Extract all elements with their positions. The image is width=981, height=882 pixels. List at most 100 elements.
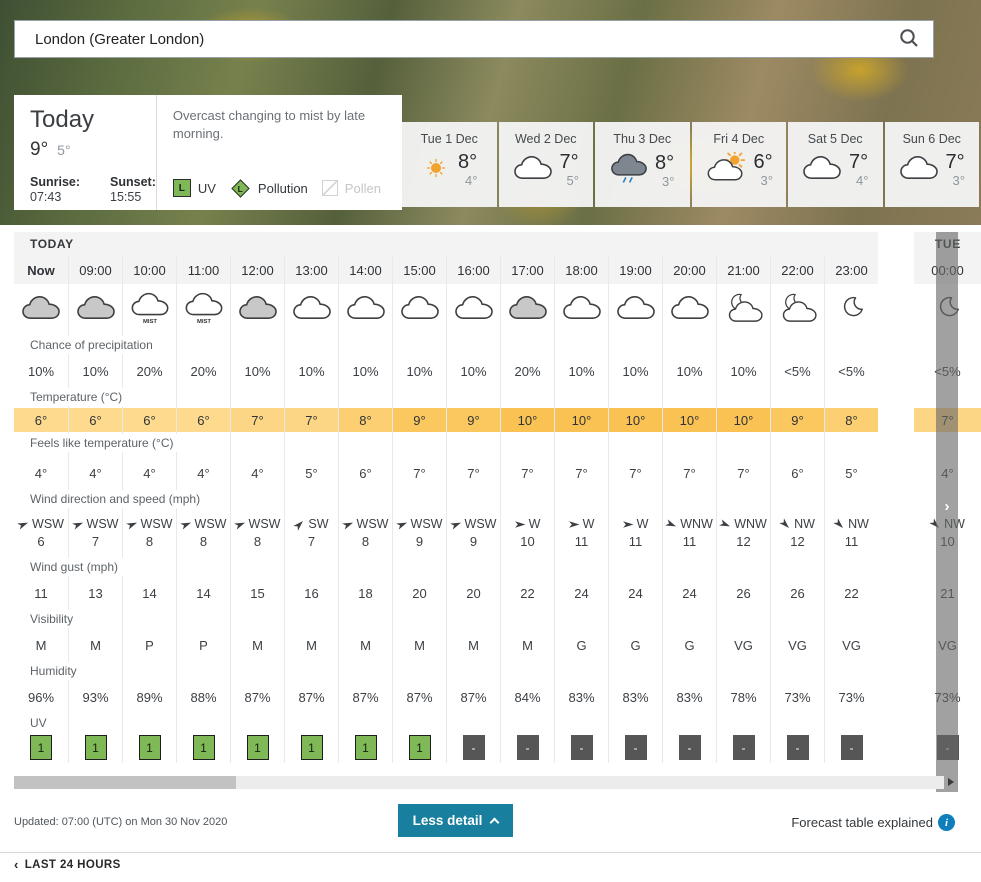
hour-column[interactable]: 23:00<5%8°5°NW1122VG73%- [824, 256, 878, 763]
search-input[interactable] [15, 21, 885, 57]
day-tab-body: 6° 3° [705, 152, 773, 188]
label-band-spacer [825, 712, 878, 732]
label-band-spacer [609, 488, 662, 510]
vertical-scroll-strip[interactable]: › [936, 232, 958, 792]
hour-column[interactable]: 16:0010%9°7°WSW920M87%- [446, 256, 500, 763]
label-band-spacer [447, 386, 500, 408]
hour-column[interactable]: 13:0010%7°5°SW716M87%1 [284, 256, 338, 763]
wind-speed: 12 [736, 534, 750, 549]
label-band-spacer [285, 712, 338, 732]
pollution-level-badge: L [231, 179, 249, 197]
label-band-spacer [69, 660, 122, 682]
hour-column[interactable]: 15:0010%9°7°WSW920M87%1 [392, 256, 446, 763]
wind-arrow-icon [127, 519, 138, 530]
uv-index-badge: - [625, 735, 647, 760]
last-24-hours-link[interactable]: ‹ LAST 24 HOURS [14, 857, 121, 872]
scroll-next-button[interactable]: › [936, 498, 958, 515]
uv-index-badge: - [733, 735, 755, 760]
feels-value: 7° [521, 466, 533, 481]
hour-column[interactable]: 14:0010%8°6°WSW818M87%1 [338, 256, 392, 763]
wind-direction: NW [834, 517, 869, 531]
hour-time-label: 17:00 [511, 263, 544, 278]
label-band-spacer [447, 608, 500, 630]
uv-index-badge: 1 [193, 735, 215, 760]
hour-column[interactable]: 17:0020%10°7°W1022M84%- [500, 256, 554, 763]
label-band-spacer [393, 488, 446, 510]
hour-column[interactable]: Now10%6°4°WSW611M96%1 [14, 256, 68, 763]
day-tab-body: 8° 4° [421, 152, 477, 188]
day-high-temp: 7° [560, 152, 579, 173]
hour-column[interactable]: 20:0010%10°7°WNW1124G83%- [662, 256, 716, 763]
label-band-spacer [663, 488, 716, 510]
label-band-spacer [231, 660, 284, 682]
day-tab[interactable]: Sat 5 Dec 7° 4° [788, 122, 883, 207]
day-tab-label: Sat 5 Dec [808, 132, 863, 146]
uv-badge-label: UV [198, 181, 216, 196]
wind-arrow-icon [235, 519, 246, 530]
forecast-table-explained-link[interactable]: Forecast table explained [791, 815, 933, 830]
label-band-spacer [825, 334, 878, 356]
wind-speed: 7 [92, 534, 99, 549]
wind-speed: 6 [37, 534, 44, 549]
label-band-spacer [825, 660, 878, 682]
hour-column[interactable]: 10:00MIST20%6°4°WSW814P89%1 [122, 256, 176, 763]
precip-value: <5% [838, 364, 864, 379]
hour-column[interactable]: 12:0010%7°4°WSW815M87%1 [230, 256, 284, 763]
table-footer: Updated: 07:00 (UTC) on Mon 30 Nov 2020 … [0, 800, 981, 846]
label-band-spacer [177, 608, 230, 630]
precip-value: 20% [136, 364, 162, 379]
today-temps: 9°5° [30, 139, 156, 161]
horizontal-scrollbar-thumb[interactable] [14, 776, 236, 789]
wind-direction: WNW [666, 517, 713, 531]
scrollbar-right-arrow-icon[interactable] [948, 778, 954, 786]
day-tab[interactable]: Sun 6 Dec 7° 3° [885, 122, 980, 207]
day-high-temp: 7° [849, 152, 868, 173]
label-band-spacer [231, 488, 284, 510]
chevron-left-icon: ‹ [14, 857, 19, 872]
label-band-spacer [339, 556, 392, 578]
less-detail-button[interactable]: Less detail [398, 804, 513, 837]
hour-column[interactable]: 09:0010%6°4°WSW713M93%1 [68, 256, 122, 763]
wind-arrow-icon [720, 519, 731, 530]
gust-value: 16 [304, 586, 318, 601]
hour-column[interactable]: 22:00<5%9°6°NW1226VG73%- [770, 256, 824, 763]
sunset-label: Sunset: [110, 175, 156, 189]
less-detail-label: Less detail [413, 813, 483, 828]
label-band-spacer [231, 386, 284, 408]
temperature-value: 9° [791, 413, 803, 428]
moon-cloud-icon [723, 293, 765, 326]
day-tab[interactable]: Thu 3 Dec 8° 3° [595, 122, 690, 207]
info-icon[interactable]: i [938, 814, 955, 831]
precip-value: 10% [82, 364, 108, 379]
hour-column[interactable]: 21:0010%10°7°WNW1226VG78%- [716, 256, 770, 763]
label-band-spacer [393, 712, 446, 732]
label-band-spacer [69, 334, 122, 356]
day-tab-temps: 8° 3° [655, 153, 674, 189]
wind-direction: WSW [181, 517, 227, 531]
day-tab-label: Thu 3 Dec [613, 132, 671, 146]
label-band-spacer [123, 488, 176, 510]
label-band-spacer [555, 432, 608, 458]
day-tab[interactable]: Fri 4 Dec 6° 3° [692, 122, 787, 207]
wind-direction: SW [294, 517, 328, 531]
label-band-spacer [717, 608, 770, 630]
horizontal-scrollbar[interactable] [14, 776, 944, 789]
humidity-value: 87% [406, 690, 432, 705]
uv-index-badge: 1 [301, 735, 323, 760]
hour-column[interactable]: 18:0010%10°7°W1124G83%- [554, 256, 608, 763]
day-tab[interactable]: Wed 2 Dec 7° 5° [499, 122, 594, 207]
humidity-value: 73% [784, 690, 810, 705]
gust-value: 26 [736, 586, 750, 601]
footer-divider [0, 852, 981, 853]
hour-column[interactable]: 19:0010%10°7°W1124G83%- [608, 256, 662, 763]
hour-time-label: 10:00 [133, 263, 166, 278]
hour-column[interactable]: 11:00MIST20%6°4°WSW814P88%1 [176, 256, 230, 763]
day-low-temp: 3° [761, 173, 773, 188]
label-band-spacer [339, 712, 392, 732]
cloud-white-icon [670, 294, 710, 324]
label-band-spacer [231, 712, 284, 732]
label-band-spacer [123, 556, 176, 578]
search-button[interactable] [885, 21, 933, 57]
label-band-spacer [177, 334, 230, 356]
day-tab[interactable]: Tue 1 Dec 8° 4° [402, 122, 497, 207]
